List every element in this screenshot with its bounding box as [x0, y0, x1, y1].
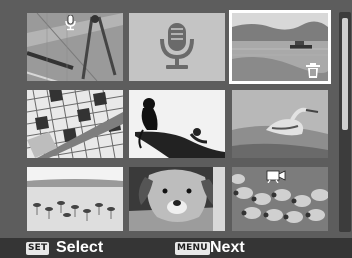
crossword-photo: [27, 90, 123, 158]
thumbnail-voice-memo[interactable]: [129, 13, 225, 81]
thumbnail-monkey-silhouette[interactable]: [129, 90, 225, 158]
playback-index-screen: SET Select MENU Next: [0, 0, 352, 258]
thumbnail-flamingos[interactable]: [27, 167, 123, 231]
menu-button-badge: MENU: [175, 242, 210, 255]
monkey-silhouette-photo: [129, 90, 225, 158]
movie-icon: [266, 170, 286, 183]
trash-icon: [306, 63, 320, 78]
thumbnail-heron[interactable]: [232, 90, 328, 158]
scrollbar-thumb[interactable]: [342, 18, 348, 130]
thumbnail-sheep[interactable]: [232, 167, 328, 231]
thumbnail-drafting-tools[interactable]: [27, 13, 123, 81]
voice-memo-placeholder: [129, 13, 225, 81]
thumbnail-lake-boat[interactable]: [229, 10, 331, 84]
heron-photo: [232, 90, 328, 158]
select-action-label: Select: [56, 239, 104, 256]
flamingos-photo: [27, 167, 123, 231]
set-button-badge: SET: [26, 242, 50, 255]
dog-photo: [129, 167, 225, 231]
next-action-label: Next: [210, 239, 245, 256]
thumbnail-dog[interactable]: [129, 167, 225, 231]
footer-bar: SET Select MENU Next: [0, 238, 352, 258]
scrollbar[interactable]: [339, 12, 351, 232]
thumbnail-crossword[interactable]: [27, 90, 123, 158]
voice-memo-icon: [65, 15, 76, 31]
